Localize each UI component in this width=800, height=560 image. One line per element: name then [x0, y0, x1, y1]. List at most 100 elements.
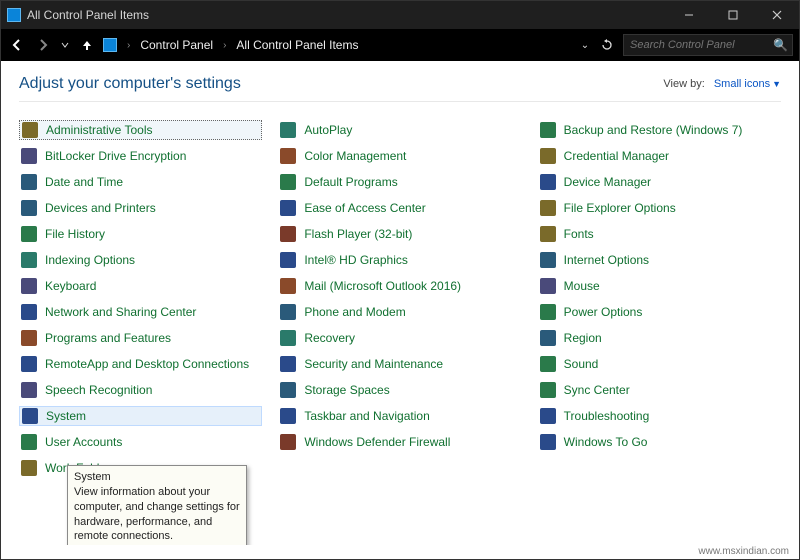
item-color-management[interactable]: Color Management	[278, 146, 521, 166]
sync-icon	[540, 382, 556, 398]
content-area: Adjust your computer's settings View by:…	[1, 61, 799, 545]
item-autoplay[interactable]: AutoPlay	[278, 120, 521, 140]
close-button[interactable]	[755, 1, 799, 29]
item-flash-player[interactable]: Flash Player (32-bit)	[278, 224, 521, 244]
item-remoteapp[interactable]: RemoteApp and Desktop Connections	[19, 354, 262, 374]
mic-icon	[21, 382, 37, 398]
item-security-maintenance[interactable]: Security and Maintenance	[278, 354, 521, 374]
intel-icon	[280, 252, 296, 268]
item-windows-defender-firewall[interactable]: Windows Defender Firewall	[278, 432, 521, 452]
maximize-button[interactable]	[711, 1, 755, 29]
chevron-right-icon: ›	[223, 40, 226, 51]
item-internet-options[interactable]: Internet Options	[538, 250, 781, 270]
item-bitlocker[interactable]: BitLocker Drive Encryption	[19, 146, 262, 166]
item-taskbar-navigation[interactable]: Taskbar and Navigation	[278, 406, 521, 426]
view-by: View by: Small icons▼	[663, 78, 781, 90]
indexing-icon	[21, 252, 37, 268]
item-keyboard[interactable]: Keyboard	[19, 276, 262, 296]
item-sync-center[interactable]: Sync Center	[538, 380, 781, 400]
item-devices-printers[interactable]: Devices and Printers	[19, 198, 262, 218]
storage-icon	[280, 382, 296, 398]
item-intel-graphics[interactable]: Intel® HD Graphics	[278, 250, 521, 270]
item-power-options[interactable]: Power Options	[538, 302, 781, 322]
item-file-explorer-options[interactable]: File Explorer Options	[538, 198, 781, 218]
item-device-manager[interactable]: Device Manager	[538, 172, 781, 192]
remoteapp-icon	[21, 356, 37, 372]
printer-icon	[21, 200, 37, 216]
item-indexing-options[interactable]: Indexing Options	[19, 250, 262, 270]
firewall-icon	[280, 434, 296, 450]
watermark: www.msxindian.com	[1, 545, 799, 559]
fonts-icon	[540, 226, 556, 242]
item-speech-recognition[interactable]: Speech Recognition	[19, 380, 262, 400]
mail-icon	[280, 278, 296, 294]
sound-icon	[540, 356, 556, 372]
minimize-button[interactable]	[667, 1, 711, 29]
item-phone-modem[interactable]: Phone and Modem	[278, 302, 521, 322]
page-heading: Adjust your computer's settings	[19, 75, 241, 93]
back-button[interactable]	[7, 35, 27, 55]
control-panel-icon	[7, 8, 21, 22]
bitlocker-icon	[21, 148, 37, 164]
address-history-dropdown[interactable]: ⌄	[575, 35, 595, 55]
phone-icon	[280, 304, 296, 320]
troubleshoot-icon	[540, 408, 556, 424]
item-fonts[interactable]: Fonts	[538, 224, 781, 244]
item-default-programs[interactable]: Default Programs	[278, 172, 521, 192]
refresh-button[interactable]	[597, 35, 617, 55]
admin-tools-icon	[22, 122, 38, 138]
item-system[interactable]: System	[19, 406, 262, 426]
flag-icon	[280, 356, 296, 372]
search-box[interactable]: 🔍	[623, 34, 793, 56]
item-file-history[interactable]: File History	[19, 224, 262, 244]
item-user-accounts[interactable]: User Accounts	[19, 432, 262, 452]
item-recovery[interactable]: Recovery	[278, 328, 521, 348]
programs-icon	[21, 330, 37, 346]
view-by-dropdown[interactable]: Small icons▼	[714, 78, 781, 90]
region-icon	[540, 330, 556, 346]
item-credential-manager[interactable]: Credential Manager	[538, 146, 781, 166]
system-icon	[22, 408, 38, 424]
search-icon: 🔍	[773, 38, 788, 52]
folder-options-icon	[540, 200, 556, 216]
divider	[19, 101, 781, 102]
up-button[interactable]	[77, 35, 97, 55]
item-windows-to-go[interactable]: Windows To Go	[538, 432, 781, 452]
item-storage-spaces[interactable]: Storage Spaces	[278, 380, 521, 400]
network-icon	[21, 304, 37, 320]
item-sound[interactable]: Sound	[538, 354, 781, 374]
autoplay-icon	[280, 122, 296, 138]
backup-icon	[540, 122, 556, 138]
user-icon	[21, 434, 37, 450]
item-programs-features[interactable]: Programs and Features	[19, 328, 262, 348]
tooltip-body: View information about your computer, an…	[74, 486, 240, 543]
item-mouse[interactable]: Mouse	[538, 276, 781, 296]
file-history-icon	[21, 226, 37, 242]
mouse-icon	[540, 278, 556, 294]
item-backup-restore[interactable]: Backup and Restore (Windows 7)	[538, 120, 781, 140]
clock-icon	[21, 174, 37, 190]
search-input[interactable]	[630, 39, 773, 51]
items-grid: Administrative Tools AutoPlay Backup and…	[19, 120, 781, 478]
item-troubleshooting[interactable]: Troubleshooting	[538, 406, 781, 426]
item-ease-of-access[interactable]: Ease of Access Center	[278, 198, 521, 218]
breadcrumb-all-items[interactable]: All Control Panel Items	[236, 38, 358, 52]
device-manager-icon	[540, 174, 556, 190]
keyboard-icon	[21, 278, 37, 294]
item-region[interactable]: Region	[538, 328, 781, 348]
color-icon	[280, 148, 296, 164]
item-administrative-tools[interactable]: Administrative Tools	[19, 120, 262, 140]
forward-button[interactable]	[33, 35, 53, 55]
default-programs-icon	[280, 174, 296, 190]
taskbar-icon	[280, 408, 296, 424]
item-network-sharing[interactable]: Network and Sharing Center	[19, 302, 262, 322]
breadcrumb-control-panel[interactable]: Control Panel	[140, 38, 213, 52]
chevron-right-icon: ›	[127, 40, 130, 51]
flash-icon	[280, 226, 296, 242]
credential-icon	[540, 148, 556, 164]
item-date-time[interactable]: Date and Time	[19, 172, 262, 192]
navbar: › Control Panel › All Control Panel Item…	[1, 29, 799, 61]
item-mail[interactable]: Mail (Microsoft Outlook 2016)	[278, 276, 521, 296]
recent-dropdown[interactable]	[59, 35, 71, 55]
window: All Control Panel Items › Control Panel …	[0, 0, 800, 560]
